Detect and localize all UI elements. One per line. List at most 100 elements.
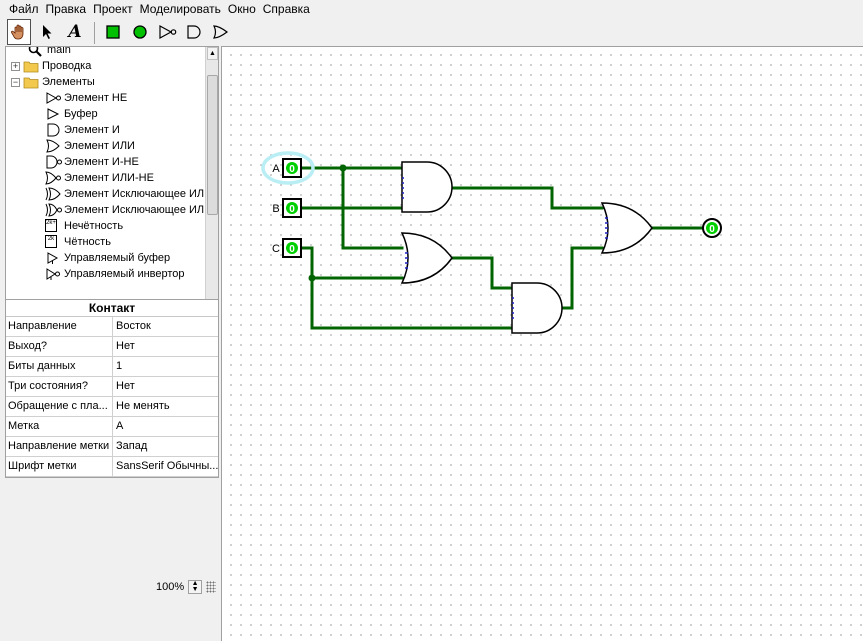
and-gate-icon [45, 123, 61, 137]
and-gate[interactable] [401, 161, 453, 213]
tree-item[interactable]: Управляемый инвертор [45, 266, 185, 282]
wire-junction [339, 164, 347, 172]
attribute-row[interactable]: Направление метки Запад [6, 437, 218, 457]
menu-project[interactable]: Проект [93, 2, 133, 16]
tree-item[interactable]: Элемент Исключающее ИЛ [45, 202, 204, 218]
attribute-row[interactable]: Обращение с пла... Не менять [6, 397, 218, 417]
menu-file[interactable]: Файл [9, 2, 39, 16]
attribute-row[interactable]: Выход? Нет [6, 337, 218, 357]
zoom-control: 100% ▲ ▼ [150, 580, 217, 594]
or-gate-button[interactable] [209, 19, 233, 45]
scroll-up-button[interactable]: ▲ [207, 47, 218, 60]
folder-icon [23, 75, 39, 89]
tree-item-glyph: 2k+1 [45, 219, 57, 232]
tree-item-glyph: 2k [45, 235, 57, 248]
attribute-value[interactable]: 1 [113, 357, 218, 376]
output-pin-button[interactable] [128, 19, 152, 45]
menu-edit[interactable]: Правка [46, 2, 87, 16]
wire-c-to-and2[interactable] [310, 276, 514, 330]
tree-item-label: Элемент ИЛИ-НЕ [64, 172, 154, 184]
scroll-thumb[interactable] [207, 75, 218, 215]
wire-and1-to-or2[interactable] [450, 186, 604, 210]
controlled-inverter-icon [45, 267, 61, 281]
tree-item[interactable]: Буфер [45, 106, 98, 122]
tree-item-label: main [47, 46, 71, 56]
attribute-row[interactable]: Три состояния? Нет [6, 377, 218, 397]
input-pin[interactable]: C0 [272, 238, 302, 258]
main-toolbar: A [0, 19, 863, 45]
not-gate-button[interactable] [156, 19, 180, 45]
tree-expander-minus[interactable]: − [11, 77, 20, 87]
resize-grip[interactable] [206, 581, 217, 593]
zoom-spinner[interactable]: ▲ ▼ [188, 580, 203, 594]
arrow-icon [43, 25, 52, 39]
odd-parity-icon: 2k+1 [45, 219, 61, 233]
select-tool-button[interactable] [35, 19, 59, 45]
attribute-value[interactable]: A [113, 417, 218, 436]
wire-and2-to-or2[interactable] [560, 246, 604, 310]
menu-simulate[interactable]: Моделировать [140, 2, 221, 16]
tree-item-label: Чётность [64, 236, 111, 248]
attribute-row[interactable]: Направление Восток [6, 317, 218, 337]
tree-item-label: Нечётность [64, 220, 124, 232]
input-pin-icon [106, 25, 120, 39]
hand-icon [11, 24, 24, 40]
not-gate-icon [159, 24, 177, 40]
even-parity-icon: 2k [45, 235, 61, 249]
input-pin-label: C [272, 243, 280, 255]
input-pin-value: 0 [289, 204, 295, 215]
circuit-drawing[interactable]: A 0B 0C 0 0 [222, 47, 863, 641]
input-pin-value: 0 [289, 164, 295, 175]
attribute-name: Три состояния? [6, 377, 113, 396]
circuit-canvas[interactable]: A0B0C0 0 [221, 46, 863, 641]
tree-expander-plus[interactable]: + [11, 61, 20, 71]
tree-item[interactable]: Элемент Исключающее ИЛ [45, 186, 204, 202]
tree-item[interactable]: Управляемый буфер [45, 250, 170, 266]
tree-item[interactable]: − Элементы [11, 74, 95, 90]
attribute-table: Контакт Направление Восток Выход? Нет Биты д… [5, 299, 219, 478]
tree-item[interactable]: + Проводка [11, 58, 91, 74]
attribute-name: Обращение с пла... [6, 397, 113, 416]
menu-help[interactable]: Справка [263, 2, 310, 16]
attribute-row[interactable]: Биты данных 1 [6, 357, 218, 377]
wire-junction [308, 274, 316, 282]
input-pin[interactable]: A0 [272, 158, 302, 178]
menu-window[interactable]: Окно [228, 2, 256, 16]
attribute-value[interactable]: Запад [113, 437, 218, 456]
and-gate[interactable] [511, 282, 563, 334]
or-gate[interactable] [400, 232, 453, 284]
tree-item[interactable]: 2k+1 Нечётность [45, 218, 123, 234]
tree-item[interactable]: main [28, 46, 71, 58]
and-gate-button[interactable] [182, 19, 206, 45]
menubar: Файл Правка Проект Моделировать Окно Спр… [0, 0, 863, 17]
attribute-value[interactable]: Восток [113, 317, 218, 336]
input-pin-button[interactable] [101, 19, 125, 45]
input-pin[interactable]: B0 [272, 198, 302, 218]
tree-item[interactable]: Элемент И-НЕ [45, 154, 139, 170]
input-pin-value: 0 [289, 244, 295, 255]
attribute-value[interactable]: Нет [113, 377, 218, 396]
tree-item-label: Элемент Исключающее ИЛ [64, 188, 205, 200]
tree-item[interactable]: Элемент И [45, 122, 120, 138]
tree-item[interactable]: Элемент НЕ [45, 90, 127, 106]
buffer-icon [45, 107, 61, 121]
tree-item[interactable]: Элемент ИЛИ [45, 138, 135, 154]
output-pin-icon [133, 25, 147, 39]
attribute-value[interactable]: Нет [113, 337, 218, 356]
output-pin[interactable]: 0 [702, 218, 722, 238]
tree-item-label: Элементы [42, 76, 95, 88]
tree-item-label: Элемент Исключающее ИЛ [64, 204, 205, 216]
text-tool-button[interactable]: A [63, 19, 87, 45]
wire-c-to-or1[interactable] [300, 246, 404, 280]
nor-gate-icon [45, 171, 61, 185]
or-gate[interactable] [600, 202, 653, 254]
attribute-value[interactable]: SansSerif Обычны... [113, 457, 218, 476]
attribute-row[interactable]: Шрифт метки SansSerif Обычны... [6, 457, 218, 477]
wire-or1-to-and2[interactable] [450, 256, 514, 290]
attribute-row[interactable]: Метка A [6, 417, 218, 437]
tree-vertical-scrollbar[interactable]: ▲ ▼ [205, 47, 218, 317]
tree-item[interactable]: 2k Чётность [45, 234, 111, 250]
tree-item[interactable]: Элемент ИЛИ-НЕ [45, 170, 154, 186]
poke-tool-button[interactable] [7, 19, 31, 45]
attribute-value[interactable]: Не менять [113, 397, 218, 416]
